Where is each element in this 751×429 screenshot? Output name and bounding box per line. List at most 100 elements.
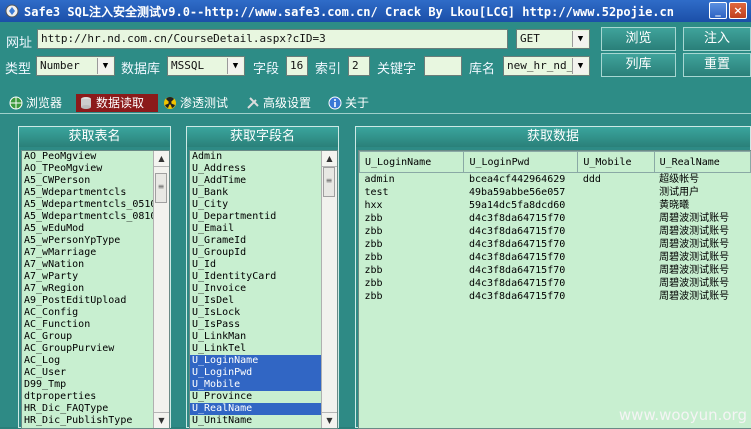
field-list-item[interactable]: U_GrameId: [190, 235, 337, 247]
browse-button[interactable]: 浏览: [601, 27, 676, 51]
field-list-item[interactable]: U_UnitName: [190, 415, 337, 427]
scroll-up-icon[interactable]: ▲: [154, 151, 169, 167]
table-list-item[interactable]: HR_Dic_FAQType: [22, 403, 169, 415]
fields-scrollbar[interactable]: ▲ ≡ ▼: [321, 151, 337, 428]
table-list-item[interactable]: AC_User: [22, 367, 169, 379]
table-list-item[interactable]: HR_Dic_PublishType: [22, 415, 169, 427]
field-list-item[interactable]: U_Departmentid: [190, 211, 337, 223]
table-row[interactable]: test 49ba59abbe56e057 测试用户: [360, 186, 751, 199]
field-count-input[interactable]: 16: [286, 56, 308, 76]
field-list-item[interactable]: U_IsLock: [190, 307, 337, 319]
field-list-item[interactable]: U_RealName: [190, 403, 337, 415]
type-select[interactable]: Number ▼: [36, 56, 115, 76]
table-row[interactable]: zbb d4c3f8da64715f70 周碧波测试账号: [360, 277, 751, 290]
chevron-down-icon[interactable]: ▼: [97, 58, 113, 74]
tab-advanced[interactable]: 高级设置: [243, 94, 321, 112]
field-list-item[interactable]: U_Email: [190, 223, 337, 235]
database-select[interactable]: MSSQL ▼: [167, 56, 245, 76]
reset-button[interactable]: 重置: [683, 53, 751, 77]
field-list-item[interactable]: U_AddTime: [190, 175, 337, 187]
table-list-item[interactable]: dtproperties: [22, 391, 169, 403]
column-header[interactable]: U_LoginName: [359, 151, 465, 173]
table-row[interactable]: hxx 59a14dc5fa8dcd60 黄晓曦: [360, 199, 751, 212]
chevron-down-icon[interactable]: ▼: [572, 31, 588, 47]
field-list-item[interactable]: U_City: [190, 199, 337, 211]
table-list-item[interactable]: AC_Group: [22, 331, 169, 343]
tables-scrollbar[interactable]: ▲ ≡ ▼: [153, 151, 169, 428]
table-cell: [578, 186, 654, 199]
field-list-item[interactable]: U_LoginName: [190, 355, 337, 367]
table-list-item[interactable]: A7_wNation: [22, 259, 169, 271]
column-header[interactable]: U_LoginPwd: [463, 151, 579, 173]
scroll-thumb[interactable]: ≡: [155, 173, 167, 203]
column-header[interactable]: U_Mobile: [577, 151, 655, 173]
field-list-item[interactable]: U_Mobile: [190, 379, 337, 391]
field-count-label: 字段: [253, 62, 280, 77]
keyword-label: 关键字: [377, 62, 417, 77]
watermark: www.wooyun.org: [618, 406, 747, 424]
table-row[interactable]: zbb d4c3f8da64715f70 周碧波测试账号: [360, 238, 751, 251]
tab-pentest[interactable]: 渗透测试: [160, 94, 240, 112]
close-button[interactable]: ×: [729, 2, 747, 19]
minimize-button[interactable]: _: [709, 2, 727, 19]
dbname-select[interactable]: new_hr_nd_d ▼: [503, 56, 590, 76]
table-list-item[interactable]: AC_Config: [22, 307, 169, 319]
scroll-up-icon[interactable]: ▲: [322, 151, 337, 167]
url-input[interactable]: http://hr.nd.com.cn/CourseDetail.aspx?cI…: [37, 29, 508, 49]
index-input[interactable]: 2: [348, 56, 370, 76]
dbname-value: new_hr_nd_d: [507, 59, 580, 72]
table-list-item[interactable]: A5_wPersonYpType: [22, 235, 169, 247]
chevron-down-icon[interactable]: ▼: [227, 58, 243, 74]
field-list-item[interactable]: U_Invoice: [190, 283, 337, 295]
table-list-item[interactable]: A5_Wdepartmentcls_0810: [22, 211, 169, 223]
field-list-item[interactable]: U_IsPass: [190, 319, 337, 331]
table-row[interactable]: zbb d4c3f8da64715f70 周碧波测试账号: [360, 290, 751, 303]
table-list-item[interactable]: AO_TPeoMgview: [22, 163, 169, 175]
table-list-item[interactable]: D99_Tmp: [22, 379, 169, 391]
table-row[interactable]: zbb d4c3f8da64715f70 周碧波测试账号: [360, 225, 751, 238]
table-row[interactable]: admin bcea4cf442964629 ddd 超级帐号: [360, 173, 751, 187]
field-list-item[interactable]: U_IsDel: [190, 295, 337, 307]
table-list-item[interactable]: AC_Function: [22, 319, 169, 331]
table-list-item[interactable]: AC_Log: [22, 355, 169, 367]
table-cell: 周碧波测试账号: [659, 239, 730, 250]
table-list-item[interactable]: AO_PeoMgview: [22, 151, 169, 163]
table-list-item[interactable]: A7_wMarriage: [22, 247, 169, 259]
table-list-item[interactable]: A5_CWPerson: [22, 175, 169, 187]
column-header[interactable]: U_RealName: [653, 151, 751, 173]
table-list-item[interactable]: A9_PostEditUpload: [22, 295, 169, 307]
chevron-down-icon[interactable]: ▼: [572, 58, 588, 74]
data-grid[interactable]: U_LoginName U_LoginPwd U_Mobile U_RealName …: [358, 150, 751, 429]
field-list-item[interactable]: U_LinkMan: [190, 331, 337, 343]
fields-list[interactable]: Admin U_Address U_AddTime U_Bank U_City U_Dep…: [189, 150, 338, 429]
field-list-item[interactable]: U_Province: [190, 391, 337, 403]
field-list-item[interactable]: U_Address: [190, 163, 337, 175]
table-list-item[interactable]: A5_Wdepartmentcls_0510: [22, 199, 169, 211]
inject-button[interactable]: 注入: [683, 27, 751, 51]
table-row[interactable]: zbb d4c3f8da64715f70 周碧波测试账号: [360, 251, 751, 264]
field-list-item[interactable]: U_GroupId: [190, 247, 337, 259]
scroll-thumb[interactable]: ≡: [323, 167, 335, 197]
field-list-item[interactable]: Admin: [190, 151, 337, 163]
field-list-item[interactable]: U_Bank: [190, 187, 337, 199]
table-list-item[interactable]: AC_GroupPurview: [22, 343, 169, 355]
field-list-item[interactable]: U_LinkTel: [190, 343, 337, 355]
table-list-item[interactable]: A7_wParty: [22, 271, 169, 283]
tab-about[interactable]: 关于: [325, 94, 377, 112]
list-db-button[interactable]: 列库: [601, 53, 676, 77]
field-list-item[interactable]: U_LoginPwd: [190, 367, 337, 379]
tab-browser[interactable]: 浏览器: [6, 94, 72, 112]
tables-list[interactable]: AO_PeoMgview AO_TPeoMgview A5_CWPerson A5_W…: [21, 150, 170, 429]
field-list-item[interactable]: U_Id: [190, 259, 337, 271]
keyword-input[interactable]: [424, 56, 462, 76]
tab-label: 浏览器: [26, 96, 63, 110]
tables-panel: 获取表名 AO_PeoMgview AO_TPeoMgview A5_CWPerso…: [18, 126, 171, 429]
table-list-item[interactable]: A5_Wdepartmentcls: [22, 187, 169, 199]
method-select[interactable]: GET ▼: [516, 29, 590, 49]
field-list-item[interactable]: U_IdentityCard: [190, 271, 337, 283]
table-list-item[interactable]: A5_wEduMod: [22, 223, 169, 235]
table-row[interactable]: zbb d4c3f8da64715f70 周碧波测试账号: [360, 212, 751, 225]
tab-data-read[interactable]: 数据读取: [76, 94, 158, 112]
table-row[interactable]: zbb d4c3f8da64715f70 周碧波测试账号: [360, 264, 751, 277]
table-list-item[interactable]: A7_wRegion: [22, 283, 169, 295]
